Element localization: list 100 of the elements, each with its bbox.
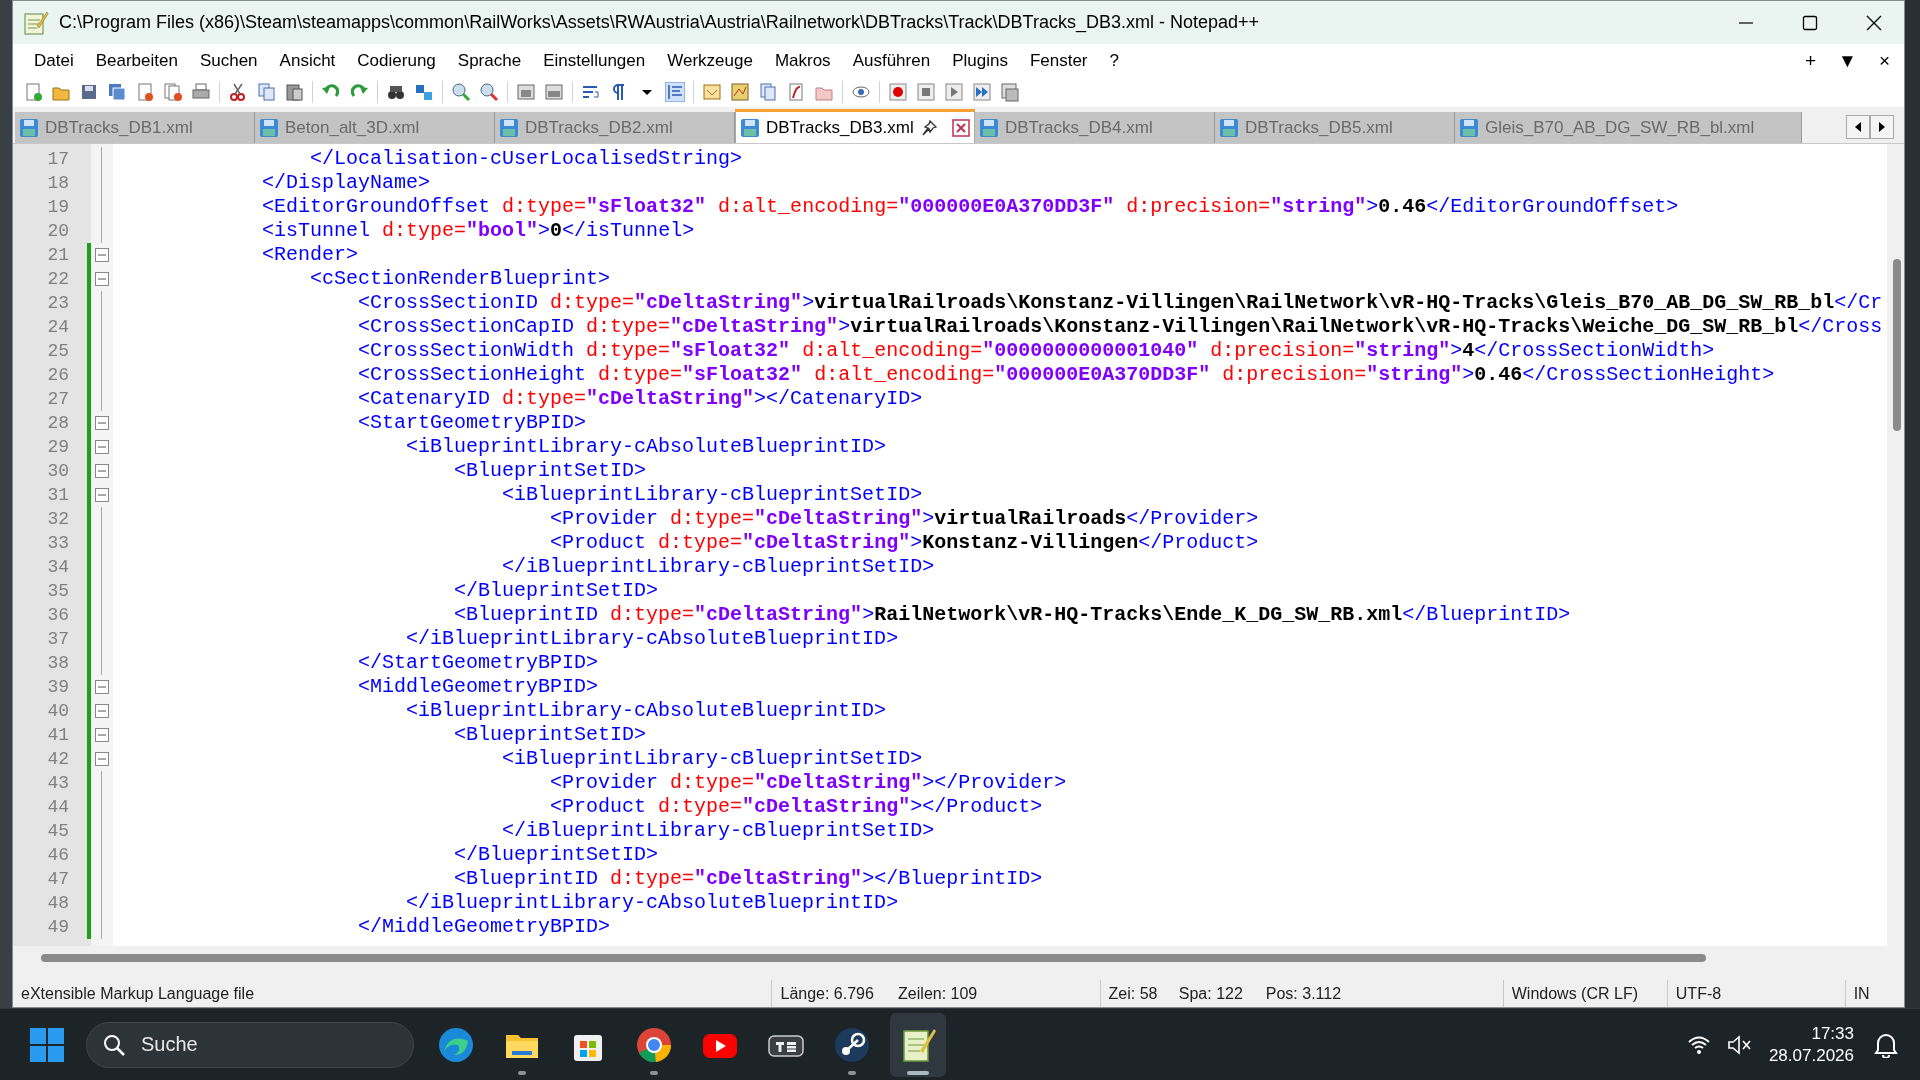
fold-toggle-icon[interactable]	[95, 752, 109, 766]
line-number: 24	[46, 316, 70, 339]
line-number: 31	[46, 484, 70, 507]
panel-icon[interactable]	[702, 82, 722, 102]
close-tab-icon[interactable]	[952, 118, 970, 137]
clock-time: 17:33	[1811, 1022, 1854, 1045]
play-icon[interactable]	[944, 82, 964, 102]
vertical-scrollbar[interactable]	[1887, 144, 1904, 946]
line-number: 23	[46, 292, 70, 315]
status-text: Spa: 122	[1177, 983, 1244, 1004]
fold-toggle-icon[interactable]	[95, 272, 109, 286]
fold-toggle-icon[interactable]	[95, 488, 109, 502]
menu-item[interactable]: Einstellungen	[532, 45, 657, 76]
save-all-icon[interactable]	[107, 82, 127, 102]
cut-icon[interactable]	[228, 82, 248, 102]
menu-item[interactable]: Plugins	[941, 45, 1019, 76]
menu-item[interactable]: Ansicht	[268, 45, 347, 76]
line-number: 20	[46, 220, 70, 243]
tab-scroll-left-button[interactable]	[1846, 115, 1870, 139]
pages-icon[interactable]	[758, 82, 778, 102]
fold-toggle-icon[interactable]	[95, 440, 109, 454]
menu-item[interactable]: Codierung	[346, 45, 447, 76]
line-number: 36	[46, 604, 70, 627]
line-number: 17	[46, 148, 70, 171]
fold-toggle-icon[interactable]	[95, 416, 109, 430]
status-text: Zei: 58	[1099, 979, 1171, 1007]
zoom-out-icon[interactable]	[479, 82, 499, 102]
line-number: 45	[46, 820, 70, 843]
code-line: </iBlueprintLibrary-cAbsoluteBlueprintID>	[405, 891, 900, 915]
scrollbar-thumb[interactable]	[1893, 259, 1901, 431]
indent-guide-icon[interactable]	[665, 82, 685, 102]
caret-left-icon	[1854, 122, 1862, 132]
muted-speaker-icon[interactable]	[1726, 1034, 1753, 1055]
line-number: 19	[46, 196, 70, 219]
line-number: 21	[46, 244, 70, 267]
zoom-in-icon[interactable]	[451, 82, 471, 102]
menu-item[interactable]: Makros	[763, 45, 842, 76]
pin-icon[interactable]	[920, 118, 938, 137]
start-button[interactable]	[30, 1027, 64, 1062]
paste-icon[interactable]	[284, 82, 304, 102]
menu-item[interactable]: Ausführen	[841, 45, 942, 76]
fold-toggle-icon[interactable]	[95, 464, 109, 478]
status-text: Zeilen: 109	[897, 983, 979, 1004]
record-icon[interactable]	[888, 82, 908, 102]
code-line: <iBlueprintLibrary-cBlueprintSetID>	[501, 747, 924, 771]
printer-icon[interactable]	[191, 82, 211, 102]
line-number: 26	[46, 364, 70, 387]
save-icon[interactable]	[79, 82, 99, 102]
menu-item[interactable]: Suchen	[188, 45, 269, 76]
status-text: IN	[1844, 979, 1904, 1007]
window-icon[interactable]	[544, 82, 564, 102]
notification-bell-icon[interactable]	[1874, 1031, 1898, 1058]
new-page-icon[interactable]	[23, 82, 43, 102]
status-text: UTF-8	[1666, 979, 1845, 1007]
close-file-icon[interactable]	[135, 82, 155, 102]
line-number: 41	[46, 724, 70, 747]
copy-icon[interactable]	[256, 82, 276, 102]
fold-toggle-icon[interactable]	[95, 728, 109, 742]
line-number: 18	[46, 172, 70, 195]
close-all-icon[interactable]	[163, 82, 183, 102]
window-icon[interactable]	[516, 82, 536, 102]
code-line: </iBlueprintLibrary-cAbsoluteBlueprintID>	[405, 627, 900, 651]
code-line: <CrossSectionWidth d:type="sFloat32" d:alt_encoding="0000000000001040" d:precision="string">4</CrossSectionWidth>	[357, 339, 1716, 363]
status-text: Pos: 3.112	[1264, 983, 1343, 1004]
code-line: </iBlueprintLibrary-cBlueprintSetID>	[501, 819, 936, 843]
fold-toggle-icon[interactable]	[95, 680, 109, 694]
menu-item[interactable]: Bearbeiten	[84, 45, 189, 76]
menu-item[interactable]: Werkzeuge	[656, 45, 764, 76]
line-number: 43	[46, 772, 70, 795]
fold-toggle-icon[interactable]	[95, 704, 109, 718]
line-number: 42	[46, 748, 70, 771]
code-line: <iBlueprintLibrary-cBlueprintSetID>	[501, 483, 924, 507]
scrollbar-thumb[interactable]	[41, 954, 1706, 962]
close-icon[interactable]	[1866, 14, 1882, 31]
code-line: <BlueprintID d:type="cDeltaString">RailNetwork\vR-HQ-Tracks\Ende_K_DG_SW_RB.xml</BlueprintID>	[453, 603, 1572, 627]
menu-item[interactable]: Sprache	[446, 45, 533, 76]
menu-button[interactable]: +	[1804, 51, 1817, 70]
code-line: <CatenaryID d:type="cDeltaString"></CatenaryID>	[357, 387, 924, 411]
maximize-icon[interactable]	[1802, 14, 1818, 31]
stop-icon[interactable]	[916, 82, 936, 102]
menu-button[interactable]: ▼	[1838, 51, 1857, 70]
line-number: 47	[46, 868, 70, 891]
menu-button[interactable]: ×	[1878, 51, 1890, 70]
file-tab[interactable]: DBTracks_DB3.xml	[735, 109, 975, 143]
search-field[interactable]: Suche	[86, 1021, 414, 1068]
menu-item[interactable]: Datei	[23, 45, 85, 76]
menu-item[interactable]: ?	[1098, 45, 1130, 76]
horizontal-scrollbar[interactable]	[13, 946, 1904, 968]
code-line: <iBlueprintLibrary-cAbsoluteBlueprintID>	[405, 699, 888, 723]
menu-item[interactable]: Fenster	[1018, 45, 1099, 76]
fast-forward-icon[interactable]	[972, 82, 992, 102]
fold-toggle-icon[interactable]	[95, 248, 109, 262]
notepad-app-icon	[23, 9, 49, 36]
list-icon[interactable]	[1000, 82, 1020, 102]
line-number: 49	[46, 916, 70, 939]
wifi-icon[interactable]	[1686, 1034, 1711, 1055]
window-title: C:\Program Files (x86)\Steam\steamapps\common\RailWorks\Assets\RWAustria\Austria\Railnetwork\DBTracks\Track\DBTracks_DB3.xml - Notepad++	[59, 11, 1260, 35]
function-icon[interactable]	[786, 82, 806, 102]
tab-scroll-right-button[interactable]	[1870, 115, 1894, 139]
map-icon[interactable]	[730, 82, 750, 102]
